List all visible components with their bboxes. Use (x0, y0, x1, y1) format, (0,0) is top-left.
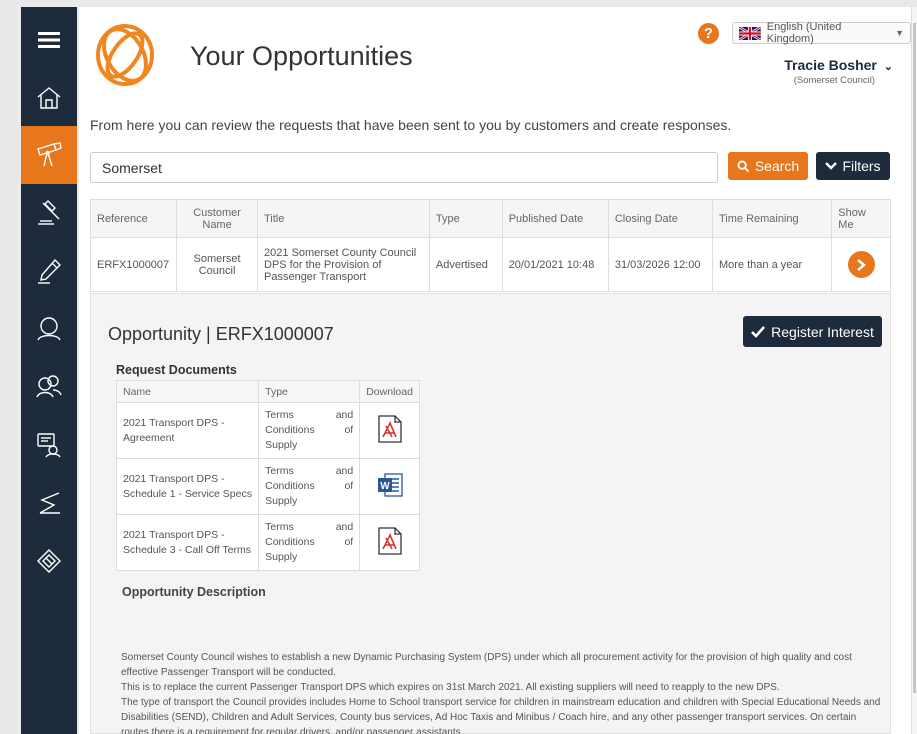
uk-flag-icon (739, 26, 761, 40)
published-cell: 20/01/2021 10:48 (501, 237, 609, 292)
filters-button-label: Filters (842, 158, 881, 174)
scrollbar-thumb[interactable] (913, 23, 916, 693)
opportunity-description-heading: Opportunity Description (122, 585, 266, 599)
search-input[interactable]: Somerset (90, 152, 718, 183)
column-header[interactable]: Reference (89, 199, 178, 238)
tag-icon[interactable] (21, 532, 77, 590)
users-icon[interactable] (21, 358, 77, 416)
download-cell (359, 514, 420, 571)
gavel-icon[interactable] (21, 184, 77, 242)
intro-text: From here you can review the requests th… (90, 117, 732, 133)
download-cell (359, 402, 420, 459)
column-header: Name (115, 380, 260, 403)
column-header: Download (359, 380, 420, 403)
page-title: Your Opportunities (190, 41, 413, 71)
reference-cell: ERFX1000007 (89, 237, 178, 292)
column-header[interactable]: Published Date (501, 199, 609, 238)
user-name: Tracie Bosher (784, 57, 877, 73)
table-row: ERFX1000007 Somerset Council 2021 Somers… (89, 237, 891, 292)
title-cell: 2021 Somerset County Council DPS for the… (257, 237, 430, 292)
language-selector[interactable]: English (United Kingdom) ▼ (732, 21, 911, 45)
opportunities-table: Reference Customer Name Title Type Publi… (89, 199, 891, 292)
home-icon[interactable] (21, 69, 77, 127)
column-header[interactable]: Title (257, 199, 430, 238)
search-button-label: Search (754, 158, 800, 174)
opportunity-description: Somerset County Council wishes to establ… (121, 650, 881, 734)
register-interest-label: Register Interest (771, 323, 874, 340)
main-content: Your Opportunities ? English (United Kin… (79, 7, 911, 734)
search-button[interactable]: Search (728, 152, 808, 180)
chevron-down-icon: ⌄ (883, 61, 893, 73)
svg-text:W: W (380, 481, 390, 492)
document-name: 2021 Transport DPS - Schedule 3 - Call O… (115, 514, 260, 571)
document-type: Terms and Conditions of Supply (258, 514, 361, 571)
description-paragraph: The type of transport the Council provid… (121, 697, 881, 734)
download-cell: W (359, 458, 420, 515)
show-me-cell (831, 237, 891, 292)
user-icon[interactable] (21, 300, 77, 358)
remaining-cell: More than a year (711, 237, 833, 292)
description-paragraph: Somerset County Council wishes to establ… (121, 652, 852, 678)
word-file-icon[interactable]: W (376, 471, 404, 499)
telescope-icon[interactable] (21, 126, 77, 184)
request-documents-heading: Request Documents (116, 363, 237, 377)
document-row: 2021 Transport DPS - Schedule 1 - Servic… (115, 458, 420, 515)
checkmark-icon (751, 325, 766, 338)
document-type: Terms and Conditions of Supply (258, 458, 361, 515)
column-header[interactable]: Closing Date (607, 199, 713, 238)
sidebar (21, 7, 77, 734)
pen-icon[interactable] (21, 242, 77, 300)
opportunity-panel: Opportunity | ERFX1000007 Register Inter… (90, 293, 891, 734)
docs-header-row: Name Type Download (115, 380, 420, 403)
user-organisation: (Somerset Council) (793, 75, 875, 86)
help-icon[interactable]: ? (698, 23, 719, 44)
column-header: Show Me (831, 199, 891, 238)
opportunity-title: Opportunity | ERFX1000007 (108, 324, 334, 344)
description-paragraph: This is to replace the current Passenger… (121, 682, 780, 693)
user-menu[interactable]: Tracie Bosher ⌄ (784, 57, 893, 73)
column-header[interactable]: Type (428, 199, 503, 238)
document-name: 2021 Transport DPS - Schedule 1 - Servic… (115, 458, 260, 515)
chevron-right-icon[interactable] (847, 251, 875, 278)
hamburger-menu-icon[interactable] (21, 11, 77, 69)
closing-cell: 31/03/2026 12:00 (607, 237, 713, 292)
message-user-icon[interactable] (21, 416, 77, 474)
customer-cell: Somerset Council (176, 237, 258, 292)
pdf-file-icon[interactable] (376, 526, 404, 556)
document-type: Terms and Conditions of Supply (258, 402, 361, 459)
document-name: 2021 Transport DPS - Agreement (115, 402, 260, 459)
vertical-scrollbar[interactable] (911, 7, 917, 734)
request-documents-table: Name Type Download 2021 Transport DPS - … (115, 380, 420, 571)
document-row: 2021 Transport DPS - Agreement Terms and … (115, 402, 420, 459)
search-icon (737, 159, 750, 172)
chevron-down-icon (825, 162, 838, 170)
handshake-icon[interactable] (21, 474, 77, 532)
filters-button[interactable]: Filters (816, 152, 890, 180)
column-header: Type (258, 380, 361, 403)
register-interest-button[interactable]: Register Interest (743, 316, 882, 347)
company-logo (96, 24, 154, 86)
caret-down-icon: ▼ (895, 28, 904, 38)
document-row: 2021 Transport DPS - Schedule 3 - Call O… (115, 514, 420, 571)
language-label: English (United Kingdom) (766, 21, 842, 45)
column-header[interactable]: Customer Name (176, 199, 258, 238)
pdf-file-icon[interactable] (376, 414, 404, 444)
app-window: Your Opportunities ? English (United Kin… (0, 0, 917, 734)
table-header-row: Reference Customer Name Title Type Publi… (89, 199, 891, 238)
type-cell: Advertised (428, 237, 503, 292)
column-header[interactable]: Time Remaining (711, 199, 833, 238)
